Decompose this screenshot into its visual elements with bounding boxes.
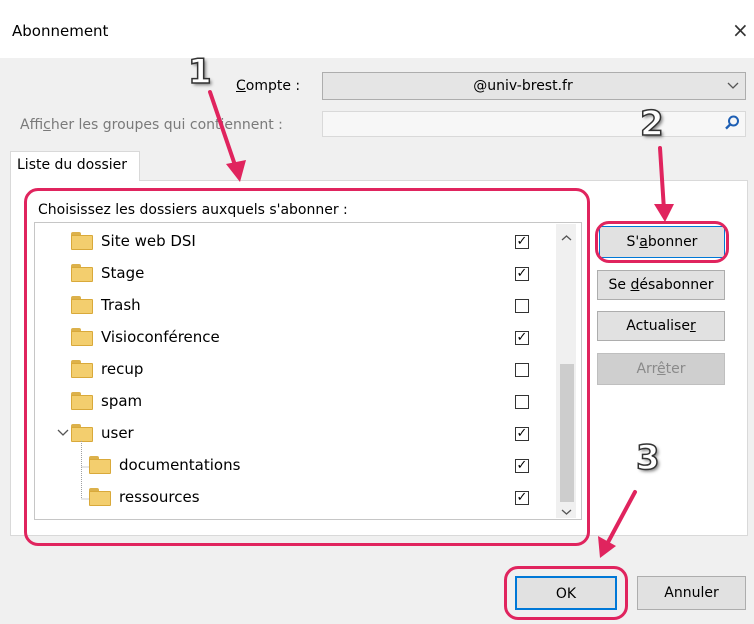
annotation-number-3: 3 — [635, 437, 660, 479]
annotation-arrows — [208, 90, 674, 558]
annotation-number-2: 2 — [639, 103, 664, 145]
annotation-number-1: 1 — [187, 51, 212, 93]
